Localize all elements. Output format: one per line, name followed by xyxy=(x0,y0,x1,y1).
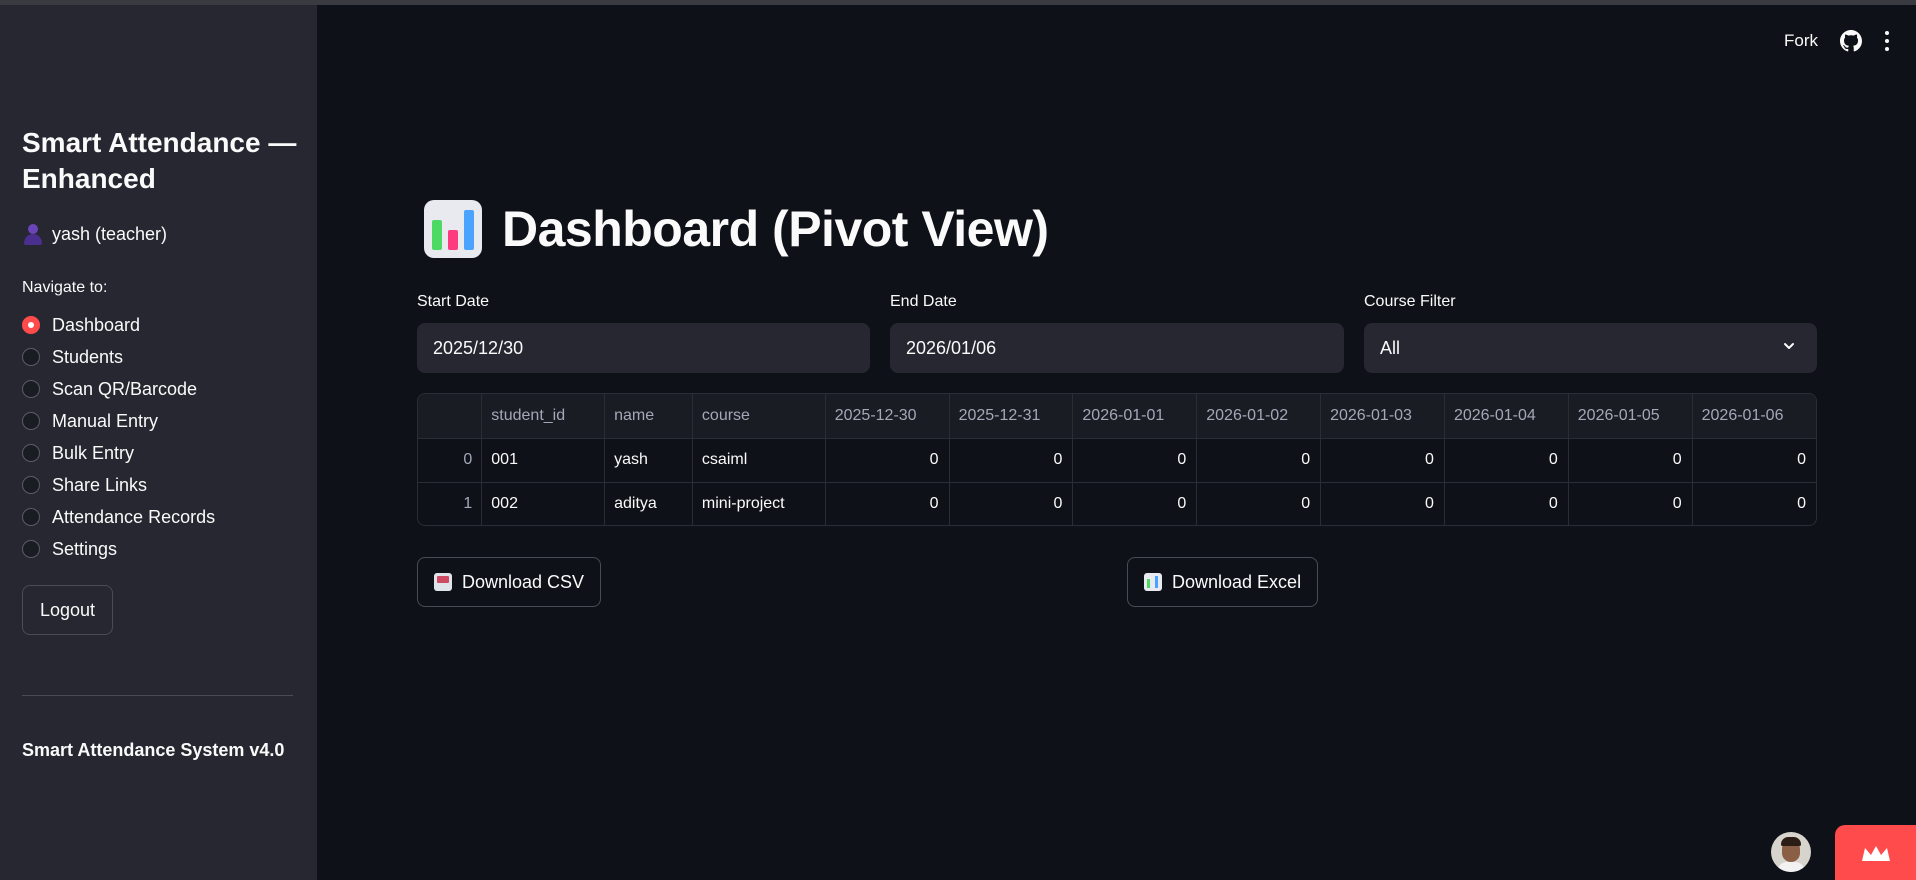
nav-item-attendance-records[interactable]: Attendance Records xyxy=(22,501,215,533)
table-cell[interactable]: 0 xyxy=(1692,438,1816,483)
table-cell[interactable]: 0 xyxy=(1444,482,1569,525)
sidebar: Smart Attendance — Enhanced yash (teache… xyxy=(0,5,317,880)
column-header[interactable]: student_id xyxy=(481,394,606,439)
table-cell[interactable]: csaiml xyxy=(692,438,826,483)
nav-item-scan-qr[interactable]: Scan QR/Barcode xyxy=(22,373,215,405)
end-date-input[interactable]: 2026/01/06 xyxy=(890,323,1344,373)
column-header[interactable]: 2026-01-06 xyxy=(1692,394,1816,439)
table-cell[interactable]: 0 xyxy=(949,438,1074,483)
chevron-down-icon xyxy=(1784,343,1794,349)
sidebar-divider xyxy=(22,695,293,696)
course-filter-select[interactable]: All xyxy=(1364,323,1817,373)
table-cell[interactable]: 0 xyxy=(825,438,950,483)
table-cell[interactable]: 0 xyxy=(1692,482,1816,525)
pivot-table[interactable]: student_id name course 2025-12-30 2025-1… xyxy=(417,393,1817,526)
table-cell[interactable]: 0 xyxy=(1196,438,1322,483)
streamlit-badge[interactable] xyxy=(1835,825,1916,880)
kebab-menu-icon[interactable] xyxy=(1884,31,1890,51)
radio-icon-checked[interactable] xyxy=(22,316,40,334)
table-header-row: student_id name course 2025-12-30 2025-1… xyxy=(418,394,1816,439)
bar-chart-icon xyxy=(424,200,482,258)
github-icon[interactable] xyxy=(1840,30,1862,52)
user-icon xyxy=(22,223,44,245)
column-header[interactable]: 2025-12-31 xyxy=(949,394,1074,439)
column-header[interactable]: 2025-12-30 xyxy=(825,394,950,439)
download-excel-button[interactable]: Download Excel xyxy=(1127,557,1319,607)
page-title: Dashboard (Pivot View) xyxy=(424,200,1049,258)
table-cell-index[interactable]: 0 xyxy=(418,438,483,483)
download-csv-label: Download CSV xyxy=(462,571,585,592)
nav-label: Navigate to: xyxy=(22,279,108,296)
course-filter-label: Course Filter xyxy=(1364,293,1456,310)
nav-item-label: Bulk Entry xyxy=(52,442,135,463)
column-header-index[interactable] xyxy=(418,394,483,439)
table-cell-index[interactable]: 1 xyxy=(418,482,483,525)
inbox-tray-icon xyxy=(434,573,452,591)
header-toolbar: Fork xyxy=(1784,30,1890,52)
nav-item-students[interactable]: Students xyxy=(22,341,215,373)
current-user-label: yash (teacher) xyxy=(52,223,168,244)
nav-item-manual-entry[interactable]: Manual Entry xyxy=(22,405,215,437)
radio-icon[interactable] xyxy=(22,380,40,398)
fork-button[interactable]: Fork xyxy=(1784,31,1818,51)
nav-radio-group: Dashboard Students Scan QR/Barcode Manua… xyxy=(22,309,215,565)
radio-icon[interactable] xyxy=(22,412,40,430)
logout-button[interactable]: Logout xyxy=(22,585,113,635)
table-cell[interactable]: 0 xyxy=(1072,482,1198,525)
nav-item-label: Attendance Records xyxy=(52,506,216,527)
nav-item-label: Manual Entry xyxy=(52,410,159,431)
table-cell[interactable]: 0 xyxy=(1072,438,1198,483)
nav-item-label: Share Links xyxy=(52,474,148,495)
page-title-text: Dashboard (Pivot View) xyxy=(502,201,1049,257)
table-cell[interactable]: 0 xyxy=(1568,482,1693,525)
column-header[interactable]: 2026-01-01 xyxy=(1072,394,1198,439)
crown-icon xyxy=(1861,845,1890,861)
table-cell[interactable]: 001 xyxy=(481,438,606,483)
table-cell[interactable]: 0 xyxy=(825,482,950,525)
table-cell[interactable]: 0 xyxy=(1444,438,1569,483)
table-row: 0 001 yash csaiml 0 0 0 0 0 0 0 0 xyxy=(418,438,1816,483)
table-cell[interactable]: mini-project xyxy=(692,482,826,525)
nav-item-settings[interactable]: Settings xyxy=(22,533,215,565)
radio-icon[interactable] xyxy=(22,540,40,558)
column-header[interactable]: 2026-01-04 xyxy=(1444,394,1569,439)
table-cell[interactable]: 0 xyxy=(1320,482,1445,525)
column-header[interactable]: course xyxy=(692,394,826,439)
radio-icon[interactable] xyxy=(22,476,40,494)
app-version: Smart Attendance System v4.0 xyxy=(22,740,285,760)
table-cell[interactable]: 0 xyxy=(1568,438,1693,483)
start-date-label: Start Date xyxy=(417,293,490,310)
table-cell[interactable]: aditya xyxy=(604,482,693,525)
table-cell[interactable]: 0 xyxy=(1320,438,1445,483)
nav-item-share-links[interactable]: Share Links xyxy=(22,469,215,501)
nav-item-label: Settings xyxy=(52,538,118,559)
table-cell[interactable]: yash xyxy=(604,438,693,483)
column-header[interactable]: 2026-01-02 xyxy=(1196,394,1322,439)
current-user: yash (teacher) xyxy=(22,223,167,245)
column-header[interactable]: 2026-01-03 xyxy=(1320,394,1445,439)
nav-item-dashboard[interactable]: Dashboard xyxy=(22,309,215,341)
table-row: 1 002 aditya mini-project 0 0 0 0 0 0 0 … xyxy=(418,482,1816,525)
nav-item-label: Dashboard xyxy=(52,314,141,335)
radio-icon[interactable] xyxy=(22,444,40,462)
table-cell[interactable]: 0 xyxy=(1196,482,1322,525)
download-excel-label: Download Excel xyxy=(1172,571,1302,592)
radio-icon[interactable] xyxy=(22,348,40,366)
course-filter-value: All xyxy=(1380,337,1401,358)
nav-item-label: Scan QR/Barcode xyxy=(52,378,198,399)
nav-item-bulk-entry[interactable]: Bulk Entry xyxy=(22,437,215,469)
radio-icon[interactable] xyxy=(22,508,40,526)
download-csv-button[interactable]: Download CSV xyxy=(417,557,602,607)
column-header[interactable]: 2026-01-05 xyxy=(1568,394,1693,439)
app-title: Smart Attendance — Enhanced xyxy=(22,127,297,194)
table-cell[interactable]: 0 xyxy=(949,482,1074,525)
column-header[interactable]: name xyxy=(604,394,693,439)
end-date-label: End Date xyxy=(890,293,957,310)
bar-chart-icon xyxy=(1144,573,1162,591)
nav-item-label: Students xyxy=(52,346,124,367)
table-cell[interactable]: 002 xyxy=(481,482,606,525)
avatar[interactable] xyxy=(1771,832,1811,872)
start-date-input[interactable]: 2025/12/30 xyxy=(417,323,870,373)
